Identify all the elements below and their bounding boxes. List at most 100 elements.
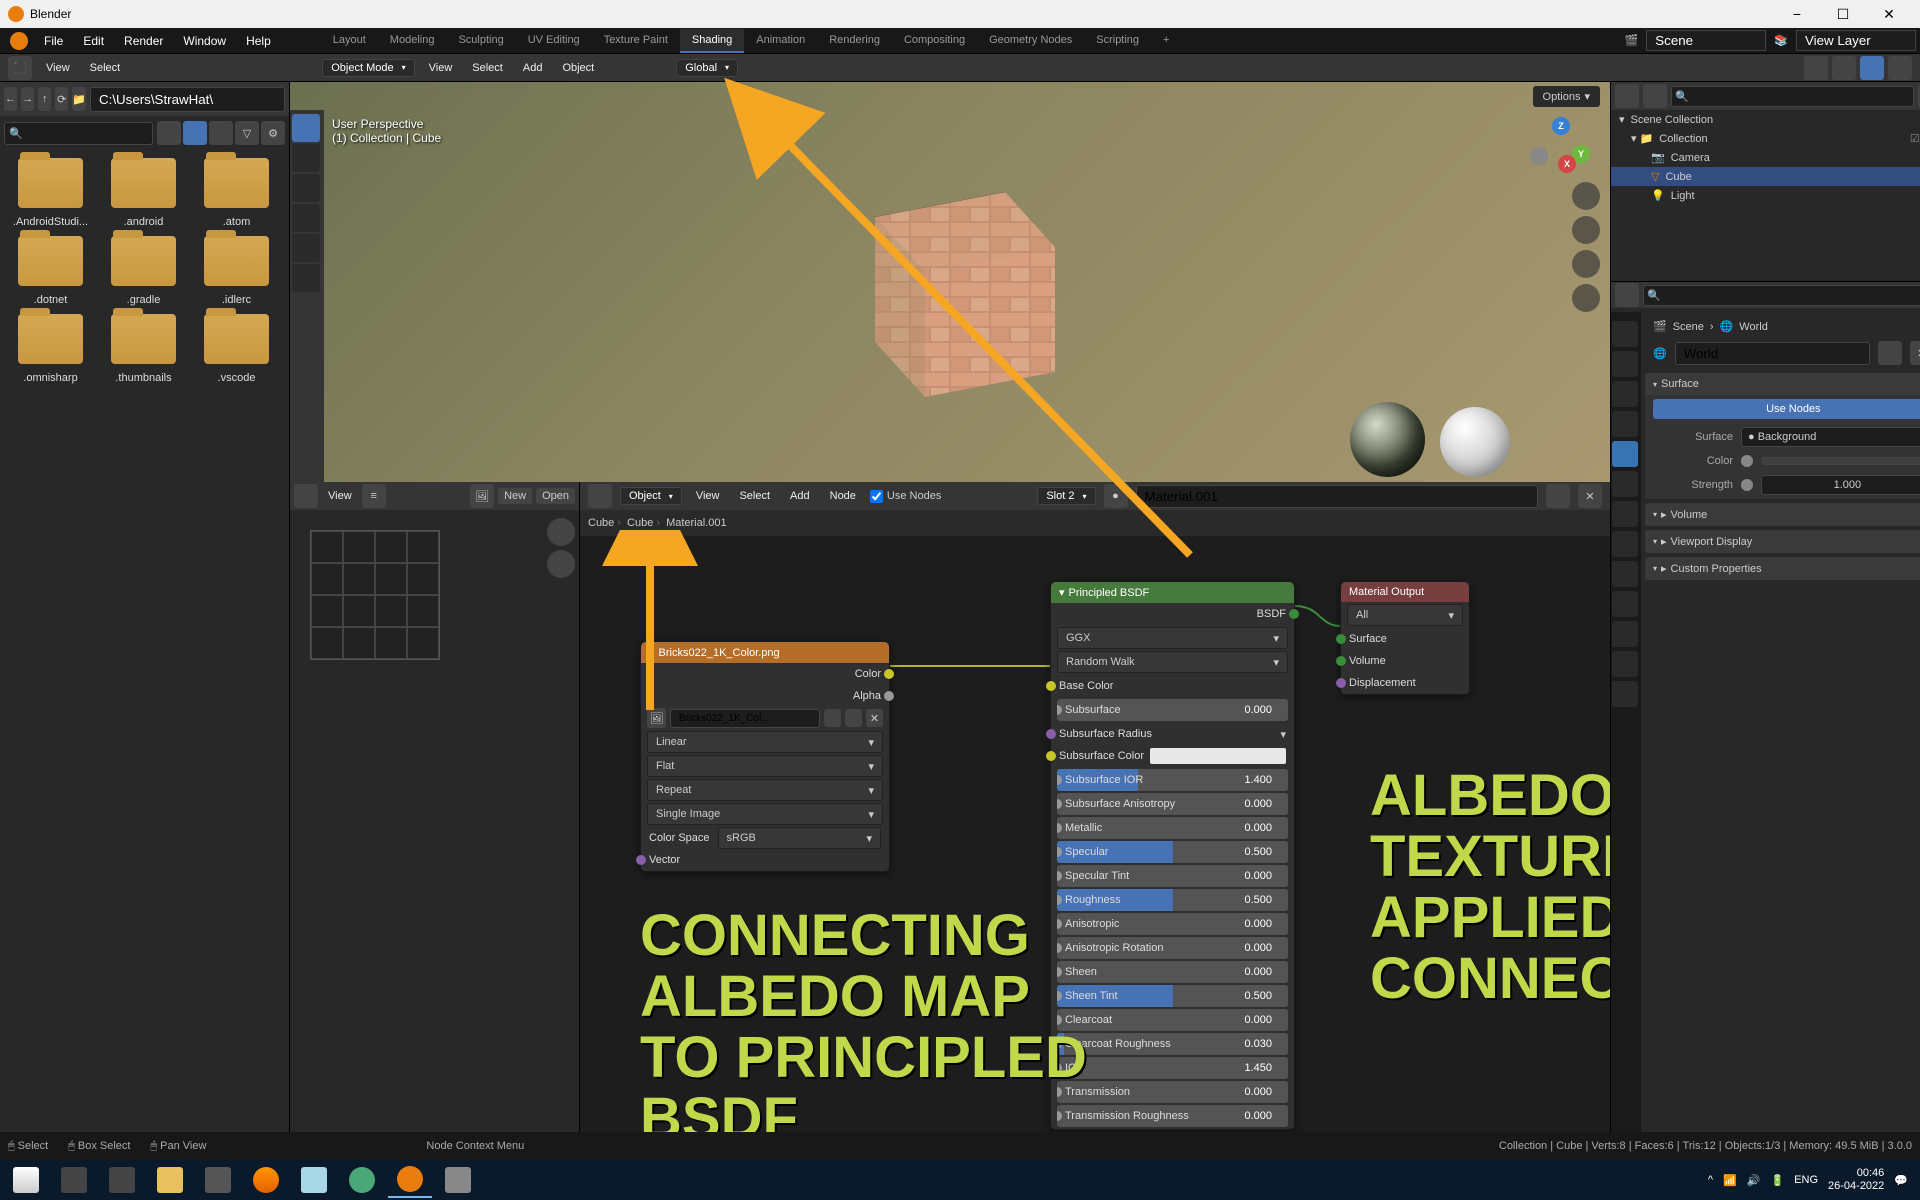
ie-zoom-icon[interactable]	[547, 518, 575, 546]
slot-dropdown[interactable]: Slot 2	[1037, 487, 1095, 505]
ol-cube[interactable]: ▽ Cube 👁	[1611, 167, 1920, 186]
ie-menu-button[interactable]: ≡	[362, 484, 386, 508]
color-field[interactable]	[1761, 457, 1920, 465]
use-nodes-button[interactable]: Use Nodes	[1653, 399, 1920, 419]
scene-input[interactable]	[1646, 30, 1766, 51]
tab-texpaint[interactable]: Texture Paint	[592, 29, 680, 53]
proptab-particle[interactable]	[1612, 531, 1638, 557]
vh-object[interactable]: Object	[556, 60, 600, 76]
close-button[interactable]: ✕	[1866, 0, 1912, 28]
vh-add[interactable]: Add	[517, 60, 549, 76]
tray-battery-icon[interactable]: 🔋	[1770, 1174, 1784, 1187]
socket-vector-in[interactable]	[636, 855, 646, 865]
folder-item[interactable]: .dotnet	[8, 236, 93, 306]
tb-notepad[interactable]	[292, 1162, 336, 1198]
section-surface-header[interactable]: Surface	[1645, 373, 1920, 395]
folder-item[interactable]: .android	[101, 158, 186, 228]
bsdf-header[interactable]: ▾ Principled BSDF	[1051, 582, 1294, 603]
bsdf-specular[interactable]: Specular0.500	[1057, 841, 1288, 863]
options-button[interactable]: Options ▾	[1533, 86, 1600, 107]
socket-surface-in[interactable]	[1336, 634, 1346, 644]
proptab-scene[interactable]	[1612, 411, 1638, 437]
proptab-texture[interactable]	[1612, 681, 1638, 707]
zoom-icon[interactable]	[1572, 182, 1600, 210]
use-nodes-checkbox[interactable]	[870, 490, 883, 503]
fb-forward-button[interactable]: →	[21, 87, 34, 111]
gizmo-z-axis[interactable]: Z	[1552, 117, 1570, 135]
colorspace-dropdown[interactable]: sRGB	[718, 827, 881, 849]
socket-displacement-in[interactable]	[1336, 678, 1346, 688]
tab-shading[interactable]: Shading	[680, 29, 744, 53]
tb-settings[interactable]	[100, 1162, 144, 1198]
extension-dropdown[interactable]: Repeat	[647, 779, 883, 801]
fb-refresh-button[interactable]: ⟳	[55, 87, 68, 111]
proptab-material[interactable]	[1612, 651, 1638, 677]
color-dot-icon[interactable]	[1741, 455, 1753, 467]
scene-icon[interactable]: 🎬	[1625, 34, 1639, 47]
tray-lang[interactable]: ENG	[1794, 1174, 1818, 1186]
shading-wireframe-button[interactable]	[1804, 56, 1828, 80]
tab-compositing[interactable]: Compositing	[892, 29, 977, 53]
shading-solid-button[interactable]	[1832, 56, 1856, 80]
proptab-physics[interactable]	[1612, 561, 1638, 587]
shading-rendered-button[interactable]	[1888, 56, 1912, 80]
tool-move[interactable]	[292, 174, 320, 202]
header-view[interactable]: View	[40, 60, 76, 76]
ie-view[interactable]: View	[322, 488, 358, 504]
tray-notifications-icon[interactable]: 💬	[1894, 1174, 1908, 1187]
node-image-texture[interactable]: ▾ Bricks022_1K_Color.png Color Alpha 🖼 ✕…	[640, 641, 890, 872]
tab-scripting[interactable]: Scripting	[1084, 29, 1151, 53]
bsdf-subsurface-ior[interactable]: Subsurface IOR1.400	[1057, 769, 1288, 791]
mat-pin-button[interactable]: ✕	[1578, 484, 1602, 508]
props-type-button[interactable]	[1615, 283, 1639, 307]
tb-search[interactable]	[52, 1162, 96, 1198]
socket-color-out[interactable]	[884, 669, 894, 679]
tb-firefox[interactable]	[244, 1162, 288, 1198]
world-x-button[interactable]: ✕	[1910, 341, 1920, 365]
bc-cube1[interactable]: Cube	[588, 517, 621, 529]
ie-new-button[interactable]: New	[498, 488, 532, 504]
folder-item[interactable]: .atom	[194, 158, 279, 228]
menu-file[interactable]: File	[34, 30, 73, 52]
node-material-output[interactable]: Material Output All Surface Volume Displ…	[1340, 581, 1470, 695]
folder-item[interactable]: .gradle	[101, 236, 186, 306]
viewport-gizmo[interactable]: Z Y X	[1530, 117, 1590, 177]
fb-up-button[interactable]: ↑	[38, 87, 51, 111]
strength-field[interactable]: 1.000	[1761, 475, 1920, 495]
tab-layout[interactable]: Layout	[321, 29, 378, 53]
world-new-button[interactable]	[1878, 341, 1902, 365]
interp-dropdown[interactable]: Linear	[647, 731, 883, 753]
tool-transform[interactable]	[292, 264, 320, 292]
tool-scale[interactable]	[292, 234, 320, 262]
target-dropdown[interactable]: All	[1347, 604, 1463, 626]
socket-bsdf-out[interactable]	[1289, 609, 1299, 619]
tb-app3[interactable]	[436, 1162, 480, 1198]
image-open-button[interactable]	[845, 709, 862, 727]
start-button[interactable]	[4, 1162, 48, 1198]
vh-view[interactable]: View	[423, 60, 459, 76]
proptab-data[interactable]	[1612, 621, 1638, 647]
source-dropdown[interactable]: Single Image	[647, 803, 883, 825]
gizmo-x-axis[interactable]: X	[1558, 155, 1576, 173]
tray-network-icon[interactable]: 📶	[1723, 1174, 1737, 1187]
proptab-output[interactable]	[1612, 351, 1638, 377]
editortype-button[interactable]: ⬛	[8, 56, 32, 80]
persp-icon[interactable]	[1572, 284, 1600, 312]
tb-app1[interactable]	[196, 1162, 240, 1198]
fb-search-input[interactable]: 🔍	[4, 122, 153, 145]
ol-collection[interactable]: ▾ 📁 Collection ☑👁	[1611, 129, 1920, 148]
node-editor[interactable]: Object View Select Add Node Use Nodes Sl…	[580, 482, 1610, 1132]
section-custom-header[interactable]: ▸ Custom Properties	[1645, 557, 1920, 580]
ie-pan-icon[interactable]	[547, 550, 575, 578]
bsdf-metallic[interactable]: Metallic0.000	[1057, 817, 1288, 839]
bc-material[interactable]: Material.001	[666, 517, 727, 529]
image-filename[interactable]	[670, 709, 820, 728]
use-nodes-check[interactable]: Use Nodes	[870, 490, 941, 503]
ie-grid[interactable]	[310, 530, 440, 660]
tray-clock[interactable]: 00:46 26-04-2022	[1828, 1167, 1884, 1193]
minimize-button[interactable]: −	[1774, 0, 1820, 28]
tab-animation[interactable]: Animation	[744, 29, 817, 53]
outliner-mode-button[interactable]	[1643, 84, 1667, 108]
menu-render[interactable]: Render	[114, 30, 173, 52]
tab-modeling[interactable]: Modeling	[378, 29, 447, 53]
